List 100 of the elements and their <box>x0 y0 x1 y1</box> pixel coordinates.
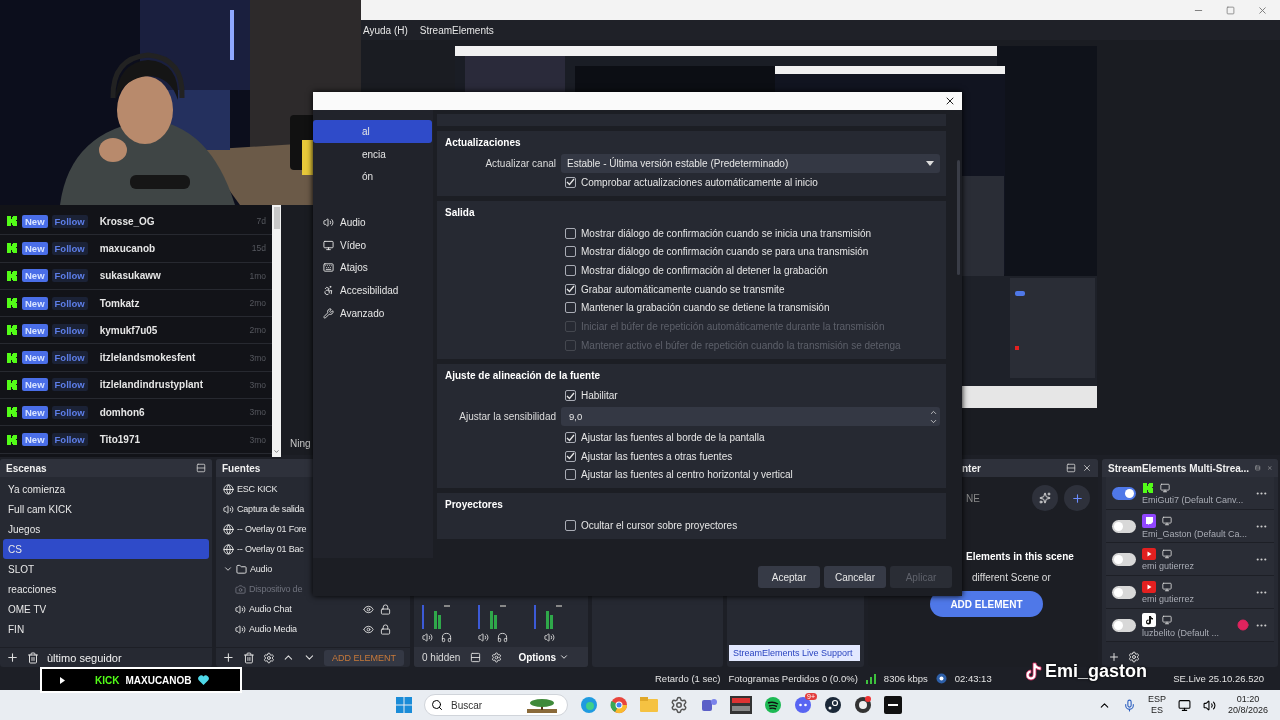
sparkle-button[interactable] <box>1032 485 1058 511</box>
app-icon[interactable] <box>824 696 842 714</box>
browser-icon[interactable] <box>610 696 628 714</box>
checkbox[interactable] <box>565 176 576 188</box>
network-icon[interactable] <box>1177 698 1191 712</box>
number-field[interactable]: 9,0 <box>561 407 940 427</box>
checkbox-option[interactable]: Habilitar <box>565 390 618 402</box>
source-item[interactable]: Audio Chat <box>219 599 407 619</box>
add-icon[interactable] <box>6 651 19 664</box>
dialog-button[interactable]: Aceptar <box>758 566 820 588</box>
checkbox[interactable] <box>565 469 576 481</box>
eye-icon[interactable] <box>363 623 374 635</box>
checkbox[interactable] <box>565 390 576 402</box>
checkbox[interactable] <box>565 302 576 314</box>
add-button[interactable] <box>1064 485 1090 511</box>
settings-icon[interactable] <box>491 651 503 663</box>
source-item[interactable]: Audio <box>219 559 407 579</box>
scene-item[interactable]: OME TV <box>3 599 209 619</box>
checkbox[interactable] <box>565 450 576 462</box>
lock-icon[interactable] <box>380 603 391 615</box>
toggle-switch[interactable] <box>1112 486 1136 500</box>
toggle-switch[interactable] <box>1112 618 1136 632</box>
settings-tab[interactable]: ón <box>313 165 432 189</box>
speaker-icon[interactable] <box>478 632 489 643</box>
headphones-icon[interactable] <box>497 632 508 643</box>
checkbox[interactable] <box>565 246 576 258</box>
source-item[interactable]: -- Overlay 01 Fore <box>219 519 407 539</box>
checkbox-option[interactable]: Ocultar el cursor sobre proyectores <box>565 520 738 532</box>
add-element-button[interactable]: ADD ELEMENT <box>930 591 1043 617</box>
menu-item[interactable]: StreamElements <box>419 24 494 36</box>
support-link[interactable]: StreamElements Live Support <box>729 645 860 661</box>
app-icon[interactable] <box>884 696 902 714</box>
checkbox-option[interactable]: Mostrar diálogo de confirmación cuando se inicia una transmisión <box>565 227 872 239</box>
checkbox[interactable] <box>565 432 576 444</box>
scene-item[interactable]: SLOT <box>3 559 209 579</box>
checkbox[interactable] <box>565 227 576 239</box>
checkbox-option[interactable]: Comprobar actualizaciones automáticamente al inicio <box>565 176 818 188</box>
settings-tab[interactable]: Atajos <box>313 256 432 280</box>
checkbox-option[interactable]: Ajustar las fuentes al centro horizontal y vertical <box>565 469 793 481</box>
swirl-icon[interactable] <box>580 696 598 714</box>
undock-icon[interactable] <box>1066 463 1076 473</box>
language-indicator[interactable]: ESP ES <box>1147 694 1166 716</box>
settings-tab[interactable]: encia <box>313 142 432 166</box>
settings-tab[interactable]: Audio <box>313 211 432 234</box>
people-icon[interactable] <box>700 696 718 714</box>
settings-icon[interactable] <box>262 651 275 664</box>
scroll-thumb[interactable] <box>273 207 280 229</box>
checkbox[interactable] <box>565 283 576 295</box>
checkbox-option[interactable]: Mostrar diálogo de confirmación cuando se para una transmisión <box>565 246 869 258</box>
checkbox-option[interactable]: Mostrar diálogo de confirmación al detener la grabación <box>565 264 828 276</box>
scene-item[interactable]: Ya comienza <box>3 479 209 499</box>
add-element-button[interactable]: ADD ELEMENT <box>324 649 405 666</box>
toggle-switch[interactable] <box>1112 519 1136 533</box>
clock[interactable]: 01:20 20/8/2026 <box>1227 694 1268 716</box>
checkbox-option[interactable]: Ajustar las fuentes a otras fuentes <box>565 450 733 462</box>
headphones-icon[interactable] <box>441 632 452 643</box>
settings-tab[interactable]: al <box>313 120 432 143</box>
options-button[interactable]: Options <box>512 650 576 664</box>
settings-tab[interactable]: Avanzado <box>313 301 432 325</box>
toggle-switch[interactable] <box>1112 552 1136 566</box>
scene-item[interactable]: CS <box>3 539 209 559</box>
channel-dropdown[interactable]: Estable - Última versión estable (Predeterminado) <box>561 154 940 173</box>
music-icon[interactable] <box>764 696 782 714</box>
add-icon[interactable] <box>1108 651 1120 663</box>
scrollbar[interactable] <box>272 205 281 457</box>
layout-icon[interactable] <box>470 651 482 663</box>
checkbox[interactable] <box>565 264 576 276</box>
add-icon[interactable] <box>222 651 235 664</box>
undock-icon[interactable] <box>196 463 206 473</box>
trash-icon[interactable] <box>242 651 255 664</box>
source-item[interactable]: ESC KICK <box>219 479 407 499</box>
source-item[interactable]: Captura de salida <box>219 499 407 519</box>
close-icon[interactable] <box>944 95 956 107</box>
caret-icon[interactable] <box>223 564 233 574</box>
scene-item[interactable]: FIN <box>3 619 209 639</box>
speaker-icon[interactable] <box>543 632 555 643</box>
checkbox-option[interactable]: Mantener la grabación cuando se detiene la transmisión <box>565 302 830 314</box>
recorder-icon[interactable] <box>854 696 872 714</box>
close-icon[interactable] <box>1082 463 1092 473</box>
settings-tab[interactable]: Accesibilidad <box>313 279 432 302</box>
undock-icon[interactable] <box>1255 463 1261 473</box>
checkbox[interactable] <box>565 520 576 532</box>
checkbox-option[interactable]: Grabar automáticamente cuando se transmite <box>565 283 785 295</box>
checkbox-option[interactable]: Ajustar las fuentes al borde de la pantalla <box>565 432 765 444</box>
lock-icon[interactable] <box>380 623 391 635</box>
search-field[interactable]: Buscar <box>449 698 521 712</box>
menu-item[interactable]: Ayuda (H) <box>363 24 408 36</box>
eye-icon[interactable] <box>363 603 374 615</box>
source-item[interactable]: -- Overlay 01 Bac <box>219 539 407 559</box>
search-bar[interactable]: Buscar <box>424 694 568 716</box>
scene-item[interactable]: reacciones <box>3 579 209 599</box>
settings-tab[interactable]: Vídeo <box>313 233 432 257</box>
dialog-button[interactable]: Cancelar <box>824 566 886 588</box>
settings-icon[interactable] <box>1128 651 1140 663</box>
trash-icon[interactable] <box>27 651 39 664</box>
scene-item[interactable]: Full cam KICK <box>3 499 209 519</box>
toggle-switch[interactable] <box>1112 585 1136 599</box>
speaker-icon[interactable] <box>422 632 433 643</box>
gear-icon[interactable] <box>670 696 688 714</box>
source-item[interactable]: Audio Media <box>219 619 407 639</box>
